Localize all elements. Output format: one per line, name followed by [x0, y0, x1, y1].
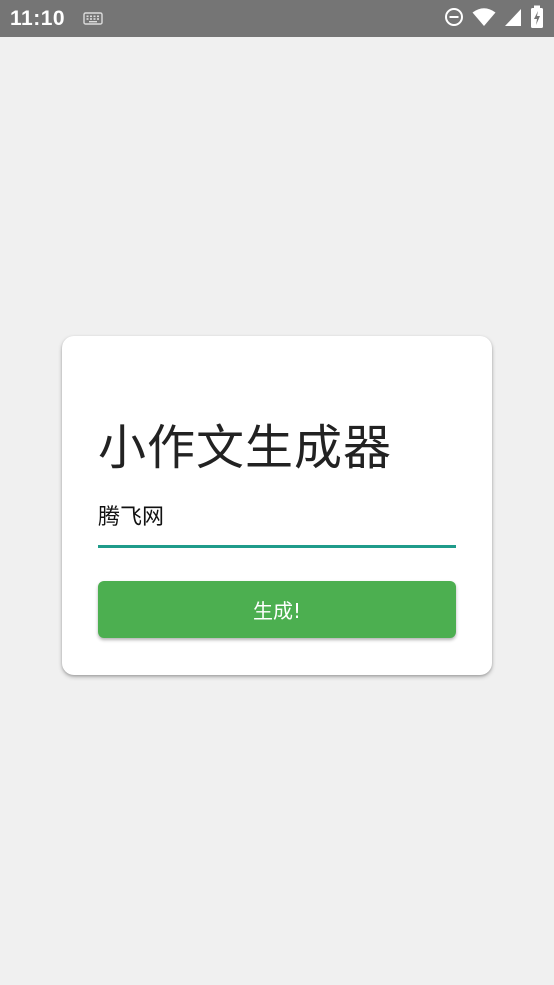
battery-charging-icon [530, 5, 544, 33]
generate-button[interactable]: 生成! [98, 581, 456, 638]
status-time: 11:10 [10, 6, 66, 30]
generator-card: 小作文生成器 生成! [62, 336, 492, 675]
do-not-disturb-icon [444, 7, 464, 31]
cell-signal-icon [504, 7, 522, 31]
status-icons [444, 5, 544, 33]
topic-input[interactable] [98, 490, 456, 548]
keyboard-icon [83, 11, 103, 26]
wifi-icon [472, 7, 496, 31]
page-title: 小作文生成器 [98, 420, 393, 476]
status-bar: 11:10 [0, 0, 554, 37]
